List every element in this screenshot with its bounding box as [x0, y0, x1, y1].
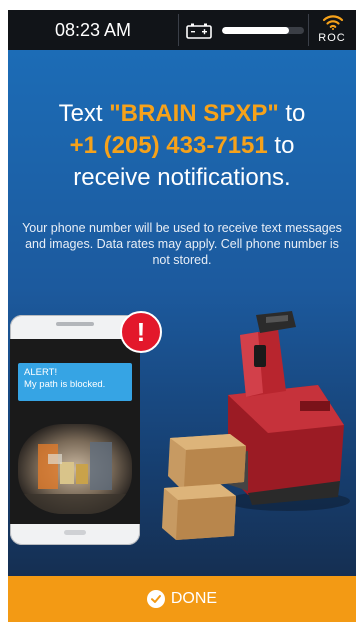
level-bar [222, 27, 304, 34]
keyword: "BRAIN SPXP" [109, 100, 279, 127]
done-button[interactable]: DONE [8, 576, 356, 622]
phone-number: +1 (205) 433-7151 [69, 132, 268, 159]
headline: Text "BRAIN SPXP" to +1 (205) 433-7151 t… [8, 98, 356, 194]
phone-home-button [64, 530, 86, 535]
aisle-scene-image [18, 442, 132, 514]
alert-title: ALERT! [24, 367, 58, 378]
phone-speaker [56, 322, 94, 326]
battery-icon [186, 23, 212, 39]
app-screen: 08:23 AM ROC Text "BRAIN SPXP" to +1 (20… [8, 10, 356, 622]
network-label: ROC [318, 32, 346, 44]
wifi-icon [322, 15, 344, 30]
phone-illustration: ALERT! My path is blocked. ! [10, 311, 162, 545]
level-bar-fill [222, 27, 290, 34]
alert-badge-icon: ! [120, 311, 162, 353]
alert-message: ALERT! My path is blocked. [18, 363, 132, 401]
status-bar: 08:23 AM ROC [8, 10, 356, 50]
illustration: ALERT! My path is blocked. ! [8, 305, 356, 576]
phone-screen: ALERT! My path is blocked. [10, 339, 140, 524]
headline-prefix: Text [58, 100, 110, 127]
clock: 08:23 AM [54, 19, 132, 40]
alert-body: My path is blocked. [24, 379, 106, 390]
cardboard-boxes-illustration [162, 434, 246, 540]
notification-signup-panel: Text "BRAIN SPXP" to +1 (205) 433-7151 t… [8, 50, 356, 576]
headline-middle: to [278, 100, 306, 127]
disclaimer-text: Your phone number will be used to receiv… [22, 221, 342, 267]
check-circle-icon [146, 590, 165, 608]
headline-line-3: receive notifications. [73, 164, 291, 191]
headline-suffix: to [267, 132, 295, 159]
done-label: DONE [170, 590, 218, 607]
camera-image [18, 424, 132, 514]
headline-line-1: Text "BRAIN SPXP" to [8, 98, 356, 130]
headline-line-2: +1 (205) 433-7151 to [8, 130, 356, 162]
status-divider [178, 14, 179, 46]
